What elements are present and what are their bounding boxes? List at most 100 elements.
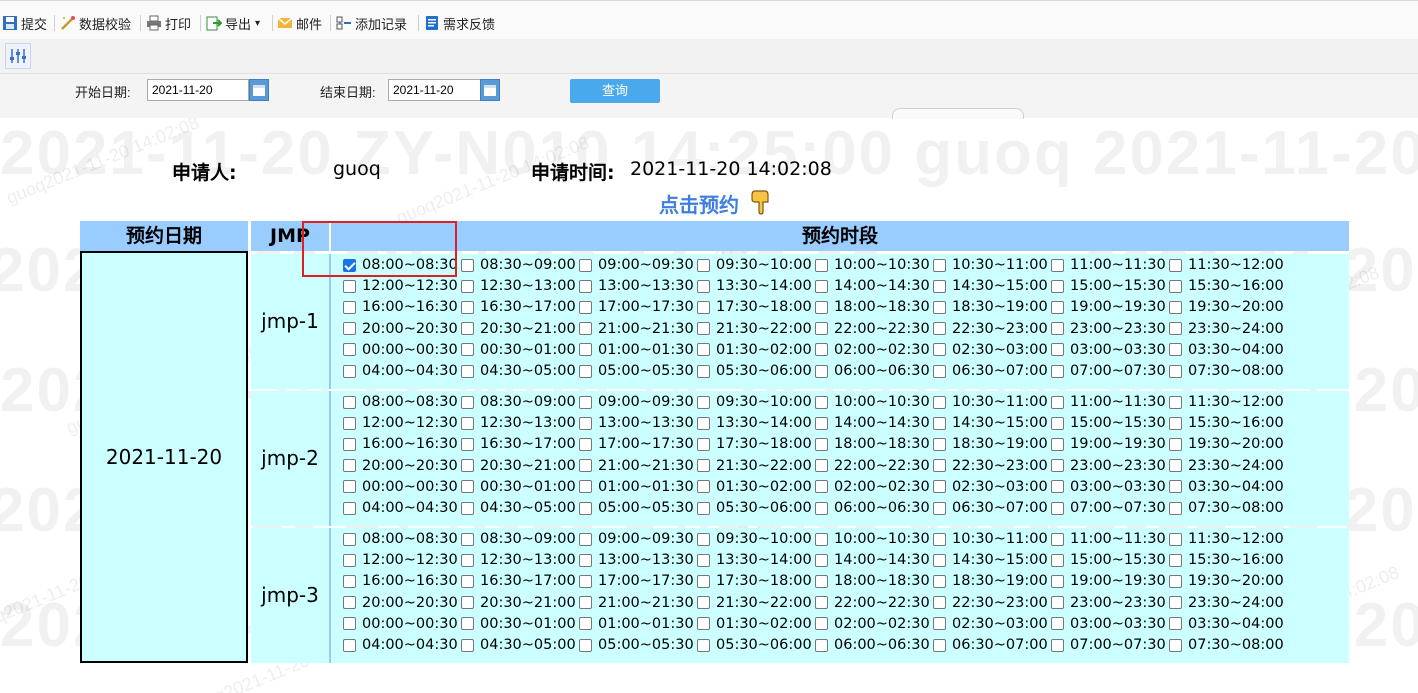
time-slot-checkbox[interactable]	[461, 395, 474, 409]
time-slot-checkbox[interactable]	[815, 343, 828, 357]
time-slot-checkbox[interactable]	[579, 617, 592, 631]
mail-button[interactable]: 邮件	[277, 13, 322, 33]
time-slot-checkbox[interactable]	[461, 480, 474, 494]
time-slot-option[interactable]: 01:30~02:00	[697, 614, 812, 634]
time-slot-checkbox[interactable]	[815, 279, 828, 293]
time-slot-checkbox[interactable]	[461, 617, 474, 631]
time-slot-option[interactable]: 07:00~07:30	[1051, 498, 1166, 518]
time-slot-checkbox[interactable]	[933, 574, 946, 588]
time-slot-option[interactable]: 07:30~08:00	[1169, 498, 1284, 518]
time-slot-checkbox[interactable]	[933, 596, 946, 610]
time-slot-checkbox[interactable]	[461, 322, 474, 336]
time-slot-option[interactable]: 06:00~06:30	[815, 361, 930, 381]
time-slot-checkbox[interactable]	[815, 501, 828, 515]
time-slot-checkbox[interactable]	[461, 437, 474, 451]
time-slot-option[interactable]: 21:30~22:00	[697, 456, 812, 476]
time-slot-checkbox[interactable]	[1169, 364, 1182, 378]
export-button[interactable]: 导出 ▾	[206, 13, 260, 33]
time-slot-checkbox[interactable]	[461, 416, 474, 430]
time-slot-option[interactable]: 03:30~04:00	[1169, 340, 1284, 360]
time-slot-checkbox[interactable]	[579, 300, 592, 314]
time-slot-checkbox[interactable]	[1051, 343, 1064, 357]
time-slot-option[interactable]: 08:30~09:00	[461, 529, 576, 549]
time-slot-option[interactable]: 01:00~01:30	[579, 614, 694, 634]
time-slot-checkbox[interactable]	[1169, 638, 1182, 652]
time-slot-checkbox[interactable]	[579, 364, 592, 378]
time-slot-checkbox[interactable]	[343, 395, 356, 409]
time-slot-checkbox[interactable]	[1051, 300, 1064, 314]
time-slot-checkbox[interactable]	[1051, 279, 1064, 293]
time-slot-checkbox[interactable]	[343, 279, 356, 293]
time-slot-option[interactable]: 07:30~08:00	[1169, 635, 1284, 655]
time-slot-checkbox[interactable]	[1169, 480, 1182, 494]
time-slot-option[interactable]: 13:00~13:30	[579, 276, 694, 296]
time-slot-checkbox[interactable]	[343, 459, 356, 473]
time-slot-option[interactable]: 01:00~01:30	[579, 477, 694, 497]
time-slot-option[interactable]: 11:30~12:00	[1169, 392, 1284, 412]
time-slot-option[interactable]: 14:30~15:00	[933, 413, 1048, 433]
time-slot-checkbox[interactable]	[697, 596, 710, 610]
time-slot-option[interactable]: 04:30~05:00	[461, 498, 576, 518]
time-slot-checkbox[interactable]	[815, 364, 828, 378]
time-slot-option[interactable]: 18:30~19:00	[933, 297, 1048, 317]
time-slot-checkbox[interactable]	[579, 322, 592, 336]
time-slot-option[interactable]: 01:30~02:00	[697, 477, 812, 497]
time-slot-option[interactable]: 12:00~12:30	[343, 276, 458, 296]
time-slot-option[interactable]: 09:30~10:00	[697, 255, 812, 275]
time-slot-option[interactable]: 17:00~17:30	[579, 571, 694, 591]
time-slot-option[interactable]: 06:00~06:30	[815, 498, 930, 518]
time-slot-option[interactable]: 08:00~08:30	[343, 392, 458, 412]
time-slot-checkbox[interactable]	[697, 617, 710, 631]
time-slot-checkbox[interactable]	[697, 501, 710, 515]
time-slot-option[interactable]: 19:00~19:30	[1051, 434, 1166, 454]
time-slot-option[interactable]: 10:30~11:00	[933, 255, 1048, 275]
time-slot-option[interactable]: 05:30~06:00	[697, 361, 812, 381]
time-slot-option[interactable]: 06:30~07:00	[933, 635, 1048, 655]
time-slot-checkbox[interactable]	[343, 596, 356, 610]
time-slot-checkbox[interactable]	[933, 300, 946, 314]
time-slot-option[interactable]: 23:00~23:30	[1051, 593, 1166, 613]
time-slot-checkbox[interactable]	[579, 279, 592, 293]
time-slot-checkbox[interactable]	[461, 574, 474, 588]
time-slot-checkbox[interactable]	[461, 300, 474, 314]
time-slot-option[interactable]: 03:00~03:30	[1051, 477, 1166, 497]
feedback-button[interactable]: 需求反馈	[424, 13, 495, 33]
time-slot-checkbox[interactable]	[815, 395, 828, 409]
time-slot-option[interactable]: 08:30~09:00	[461, 255, 576, 275]
time-slot-option[interactable]: 02:00~02:30	[815, 477, 930, 497]
time-slot-option[interactable]: 20:00~20:30	[343, 319, 458, 339]
time-slot-checkbox[interactable]	[1169, 617, 1182, 631]
time-slot-option[interactable]: 21:00~21:30	[579, 319, 694, 339]
time-slot-checkbox[interactable]	[1051, 501, 1064, 515]
time-slot-option[interactable]: 04:00~04:30	[343, 635, 458, 655]
time-slot-option[interactable]: 05:00~05:30	[579, 635, 694, 655]
time-slot-checkbox[interactable]	[579, 553, 592, 567]
time-slot-checkbox[interactable]	[461, 638, 474, 652]
time-slot-checkbox[interactable]	[933, 343, 946, 357]
time-slot-checkbox[interactable]	[343, 553, 356, 567]
time-slot-option[interactable]: 13:30~14:00	[697, 550, 812, 570]
time-slot-option[interactable]: 09:30~10:00	[697, 392, 812, 412]
start-date-input[interactable]: 2021-11-20	[147, 79, 249, 101]
time-slot-checkbox[interactable]	[1169, 459, 1182, 473]
time-slot-option[interactable]: 03:30~04:00	[1169, 614, 1284, 634]
time-slot-checkbox[interactable]	[815, 480, 828, 494]
time-slot-checkbox[interactable]	[1051, 553, 1064, 567]
time-slot-checkbox[interactable]	[461, 501, 474, 515]
query-button[interactable]: 查询	[570, 79, 660, 103]
time-slot-checkbox[interactable]	[815, 416, 828, 430]
time-slot-option[interactable]: 14:00~14:30	[815, 276, 930, 296]
time-slot-checkbox[interactable]	[343, 638, 356, 652]
time-slot-option[interactable]: 23:30~24:00	[1169, 319, 1284, 339]
time-slot-option[interactable]: 05:30~06:00	[697, 635, 812, 655]
time-slot-option[interactable]: 18:00~18:30	[815, 434, 930, 454]
time-slot-option[interactable]: 22:30~23:00	[933, 319, 1048, 339]
time-slot-option[interactable]: 02:00~02:30	[815, 614, 930, 634]
time-slot-option[interactable]: 17:30~18:00	[697, 571, 812, 591]
time-slot-option[interactable]: 14:00~14:30	[815, 413, 930, 433]
time-slot-option[interactable]: 23:00~23:30	[1051, 456, 1166, 476]
time-slot-checkbox[interactable]	[1051, 638, 1064, 652]
time-slot-option[interactable]: 11:30~12:00	[1169, 529, 1284, 549]
time-slot-option[interactable]: 15:30~16:00	[1169, 550, 1284, 570]
time-slot-option[interactable]: 18:00~18:30	[815, 571, 930, 591]
